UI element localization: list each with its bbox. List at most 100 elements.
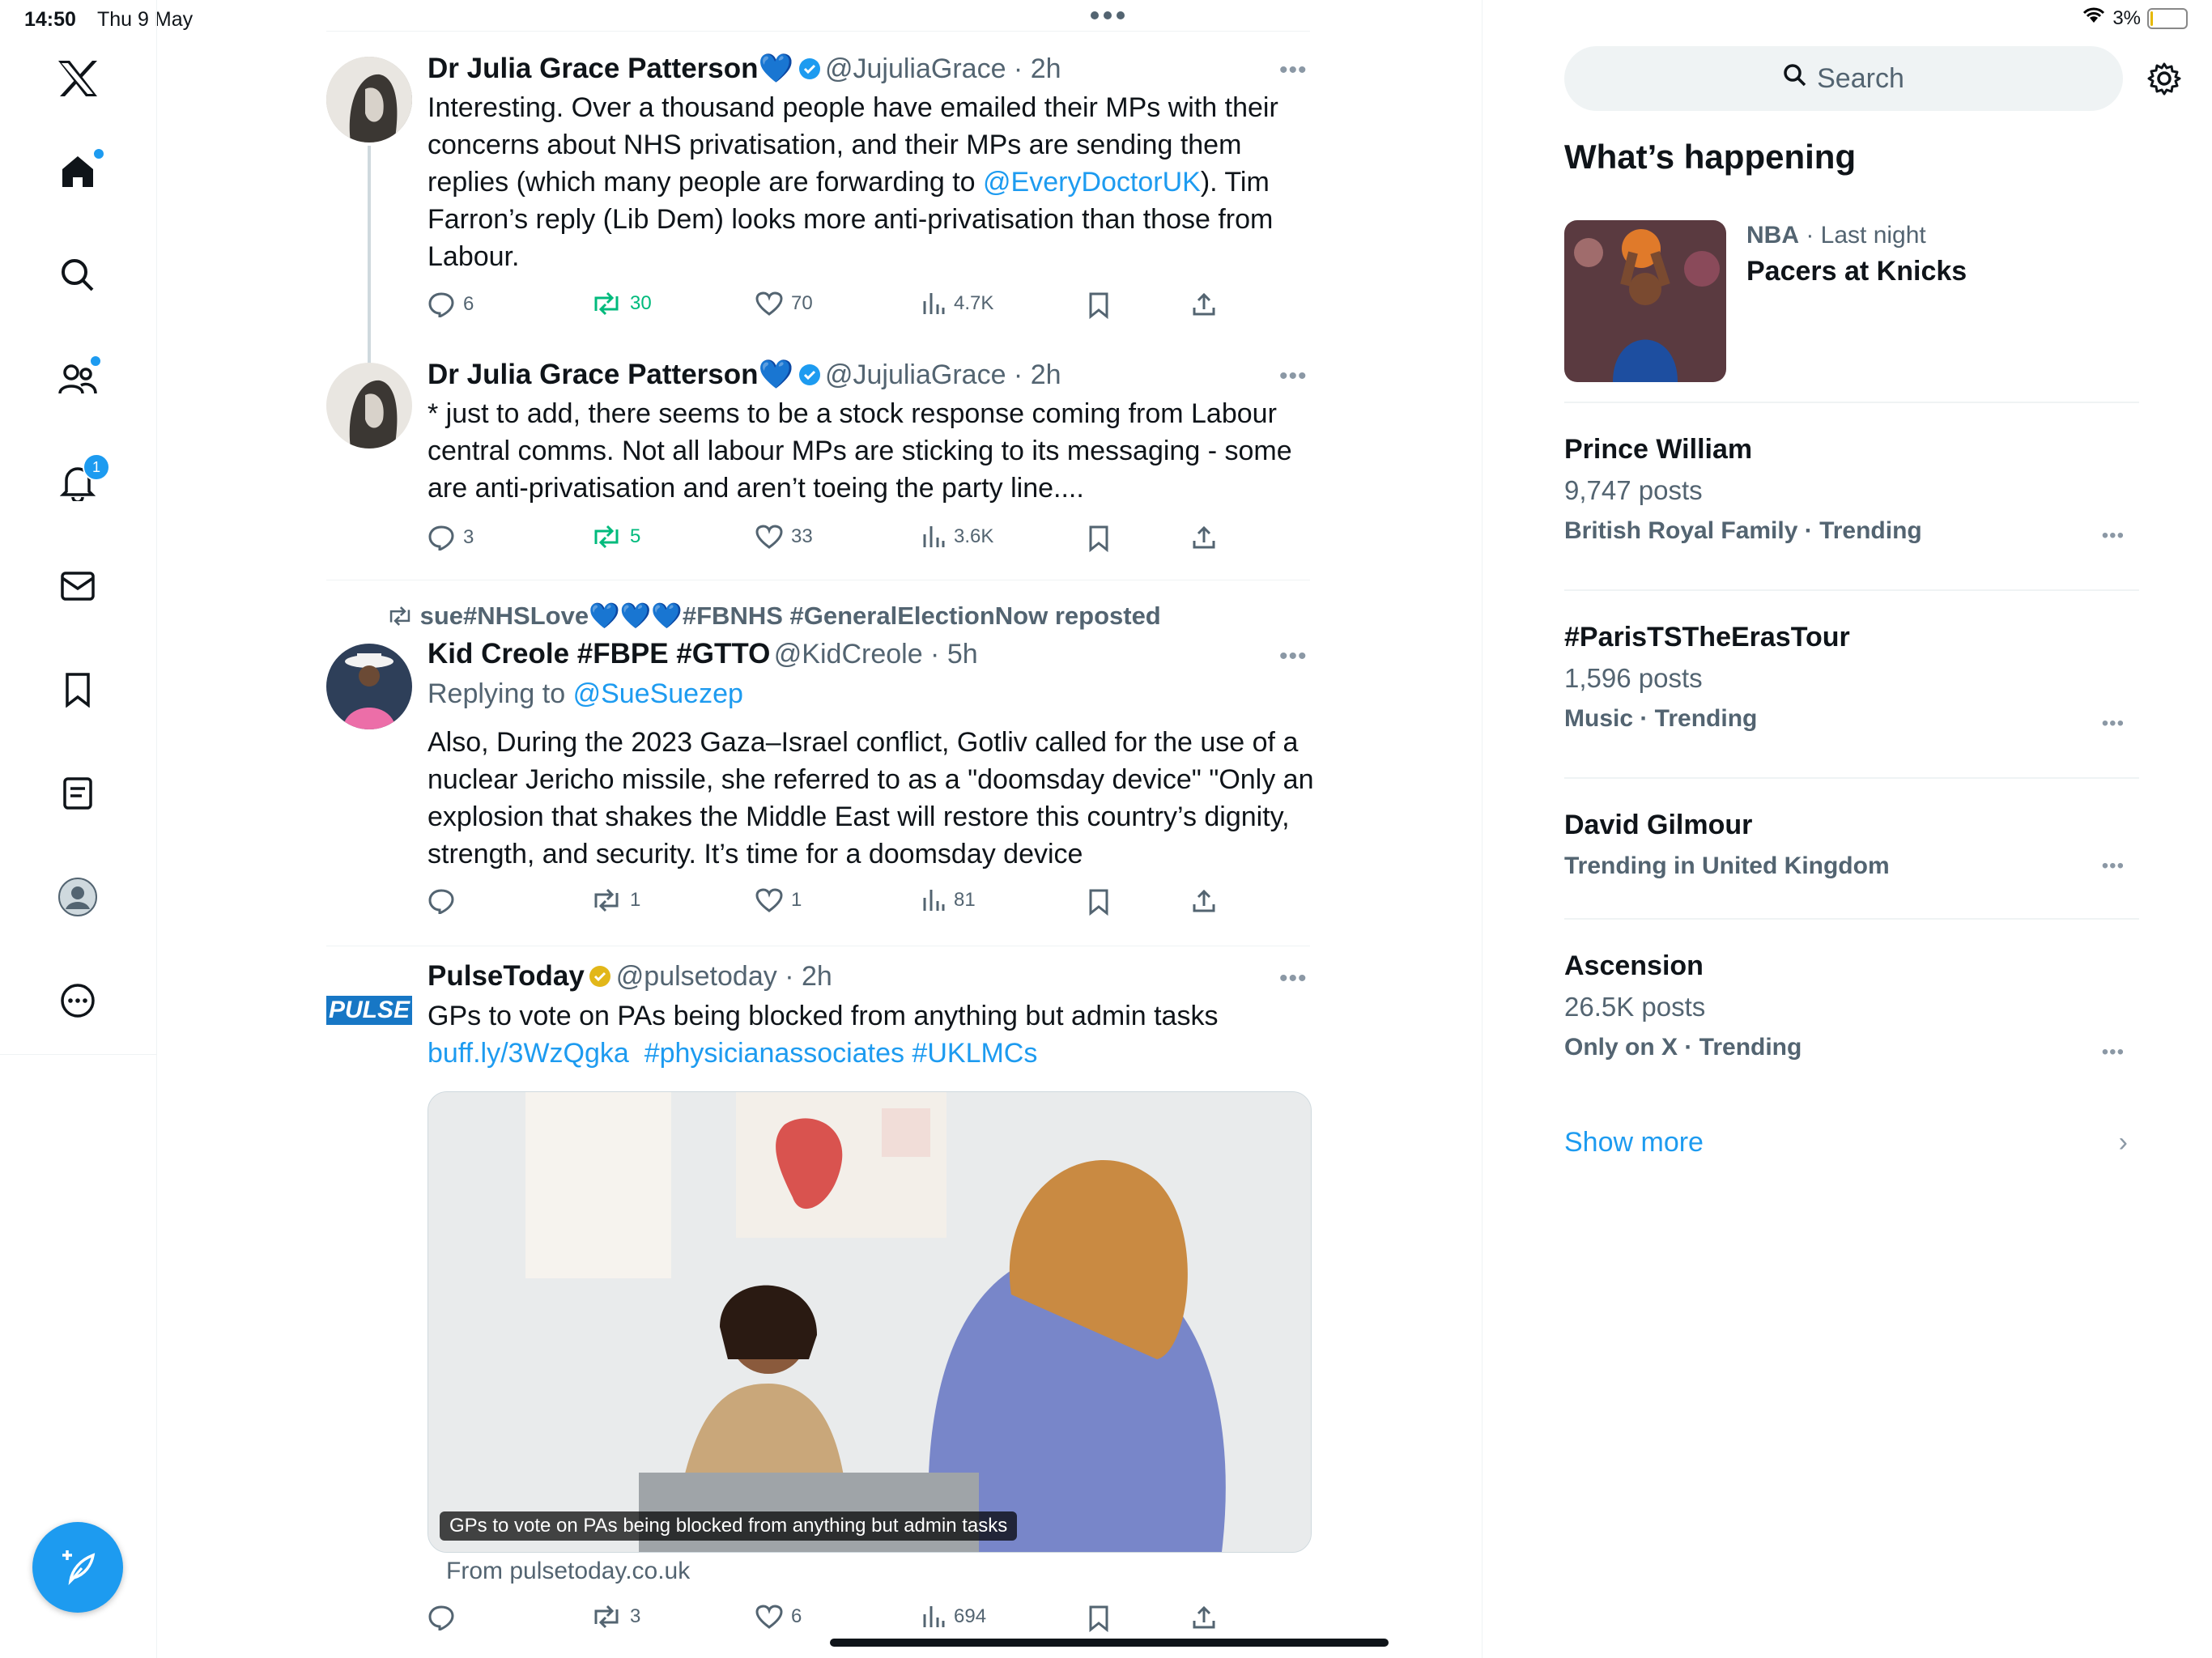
author-name[interactable]: Dr Julia Grace Patterson💙 [428,359,793,390]
reply-button[interactable]: 3 [428,525,474,551]
trend-item[interactable]: David Gilmour Trending in United Kingdom… [1564,810,2139,880]
lists-icon[interactable] [45,761,110,826]
featured-image [1564,220,1726,382]
bookmark-button[interactable] [1087,525,1110,552]
trend-more-icon[interactable]: ••• [2102,712,2125,735]
trend-meta: Trending in United Kingdom [1564,852,1890,879]
whats-happening-title: What’s happening [1564,138,1857,176]
trend-item[interactable]: #ParisTSTheErasTour 1,596 posts Music · … [1564,622,2139,735]
tweet-text: Also, During the 2023 Gaza–Israel confli… [428,727,1314,869]
tweet-text: * just to add, there seems to be a stock… [428,398,1292,504]
tweet-links[interactable]: buff.ly/3WzQgka #physicianassociates #UK… [428,1035,1037,1072]
wifi-icon [2082,6,2106,30]
avatar[interactable] [326,644,412,729]
tweet-more-icon[interactable]: ••• [1279,643,1308,670]
card-source[interactable]: From pulsetoday.co.uk [446,1558,690,1585]
author-handle[interactable]: @JujuliaGrace [825,359,1006,390]
featured-event[interactable]: NBA · Last night Pacers at Knicks [1564,220,2139,382]
search-input[interactable]: Search [1564,46,2123,111]
trend-posts: 9,747 posts [1564,475,1703,505]
like-count: 70 [791,292,813,314]
share-button[interactable] [1191,525,1217,551]
more-options-icon[interactable] [45,968,110,1033]
reply-button[interactable] [428,1605,463,1630]
trend-item[interactable]: Prince William 9,747 posts British Royal… [1564,434,2139,547]
trend-item[interactable]: Ascension 26.5K posts Only on X · Trendi… [1564,950,2139,1064]
repost-count: 1 [630,889,641,911]
tweet-time[interactable]: 2h [1031,359,1061,390]
reply-button[interactable] [428,888,463,914]
like-button[interactable]: 1 [755,888,802,912]
trend-more-icon[interactable]: ••• [2102,525,2125,547]
repost-button[interactable]: 3 [591,1605,640,1629]
top-divider [326,31,1310,32]
repost-context: sue#NHSLove💙💙💙#FBNHS #GeneralElectionNow… [387,601,1161,631]
featured-title: Pacers at Knicks [1746,256,1967,287]
trend-more-icon[interactable]: ••• [2102,1041,2125,1064]
x-logo-icon[interactable] [45,46,110,111]
tweet-more-icon[interactable]: ••• [1279,965,1308,993]
share-button[interactable] [1191,1605,1217,1630]
trend-title: Ascension [1564,950,1704,981]
profile-icon[interactable] [45,865,110,929]
bookmark-button[interactable] [1087,1605,1110,1632]
author-handle[interactable]: @JujuliaGrace [825,53,1006,84]
messages-icon[interactable] [45,554,110,619]
like-button[interactable]: 33 [755,525,813,549]
author-name[interactable]: Dr Julia Grace Patterson💙 [428,53,793,84]
avatar-pulse-logo[interactable]: PULSE [326,996,412,1025]
repost-button[interactable]: 30 [591,291,652,316]
replying-to-mention[interactable]: @SueSuezep [573,678,743,709]
tweet-time[interactable]: 2h [1031,53,1061,84]
link-card-image[interactable]: GPs to vote on PAs being blocked from an… [428,1091,1312,1553]
notifications-icon[interactable]: 1 [45,450,110,515]
bookmark-button[interactable] [1087,888,1110,916]
view-count: 3.6K [954,525,994,547]
repost-button[interactable]: 1 [591,888,640,912]
communities-icon[interactable] [45,346,110,411]
trend-more-icon[interactable]: ••• [2102,855,2125,878]
mention-link[interactable]: @EveryDoctorUK [983,167,1201,198]
compose-post-button[interactable] [32,1522,123,1613]
verified-gold-badge-icon [588,966,612,988]
avatar[interactable] [326,57,412,142]
avatar[interactable] [326,363,412,449]
like-button[interactable]: 6 [755,1605,802,1629]
trend-meta: Music · Trending [1564,705,1758,732]
tweet-more-icon[interactable]: ••• [1279,363,1308,390]
views-button[interactable]: 4.7K [921,291,993,316]
verified-badge-icon [798,58,822,81]
home-icon[interactable] [45,139,110,204]
settings-gear-icon[interactable] [2147,62,2181,100]
reposted-by[interactable]: sue#NHSLove💙💙💙#FBNHS #GeneralElectionNow… [420,602,1161,630]
tweet-more-icon[interactable]: ••• [1279,57,1308,84]
like-button[interactable]: 70 [755,291,813,316]
views-button[interactable]: 694 [921,1605,986,1629]
left-navigation: 1 [0,0,157,1658]
views-button[interactable]: 3.6K [921,525,993,549]
bookmarks-icon[interactable] [45,657,110,722]
views-button[interactable]: 81 [921,888,976,912]
notifications-badge: 1 [83,453,110,481]
author-handle[interactable]: @pulsetoday [616,961,777,992]
author-name[interactable]: PulseToday [428,960,585,992]
share-button[interactable] [1191,291,1217,317]
author-handle[interactable]: @KidCreole [774,639,923,670]
share-button[interactable] [1191,888,1217,914]
trend-divider [1564,777,2139,779]
trend-divider [1564,402,2139,403]
tweet-time[interactable]: 5h [947,639,978,670]
repost-button[interactable]: 5 [591,525,640,549]
trend-divider [1564,589,2139,591]
like-count: 6 [791,1605,802,1627]
reply-button[interactable]: 6 [428,291,474,317]
bookmark-button[interactable] [1087,291,1110,319]
repost-count: 3 [630,1605,641,1627]
home-indicator[interactable] [830,1639,1389,1647]
tweet-time[interactable]: 2h [802,961,832,992]
trend-posts: 26.5K posts [1564,992,1706,1022]
trend-title: #ParisTSTheErasTour [1564,622,1850,653]
show-more-link[interactable]: Show more › [1564,1127,2139,1158]
author-name[interactable]: Kid Creole #FBPE #GTTO [428,638,770,670]
search-icon[interactable] [45,243,110,308]
